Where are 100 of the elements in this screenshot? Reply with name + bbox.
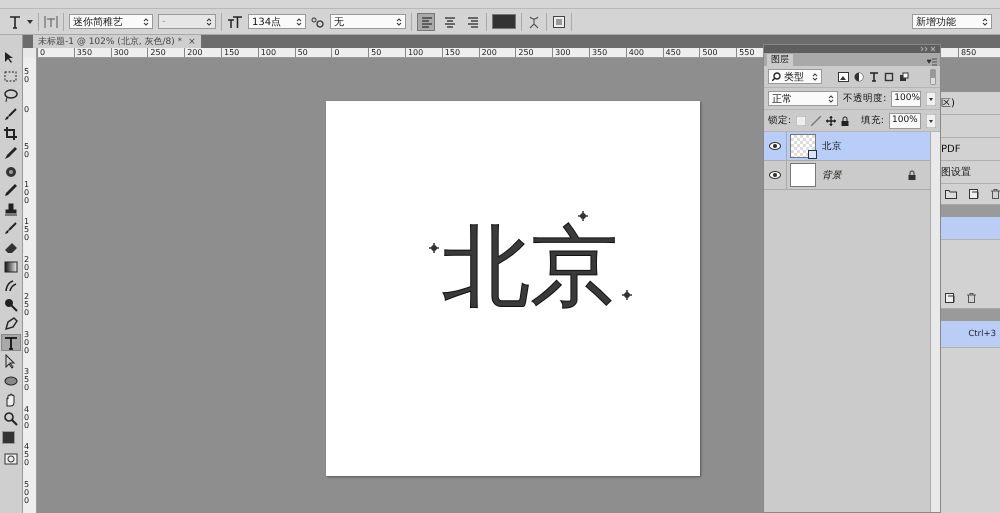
ruler-label: 300 [110, 48, 148, 57]
lock-label: 锁定: [768, 114, 792, 127]
new-item-icon[interactable] [969, 189, 979, 199]
workspace-dropdown[interactable]: 新增功能 [912, 14, 992, 29]
ruler-label: 450 [662, 48, 700, 57]
pen-icon [3, 316, 19, 332]
document-tab[interactable]: 未标题-1 @ 102% (北京, 灰色/8) * × [33, 35, 201, 48]
crop-icon [3, 126, 19, 142]
fill-field[interactable]: 100% [889, 112, 921, 128]
trash-icon[interactable] [991, 189, 1000, 199]
layer-row[interactable]: 北京 [764, 132, 930, 161]
antialias-dropdown[interactable]: 无 [330, 14, 406, 29]
ruler-label: 0 [331, 48, 368, 57]
ruler-label: 300 [552, 48, 589, 57]
ruler-label: 0 [24, 106, 30, 116]
ruler-label: 100 [404, 48, 442, 57]
text-color-swatch[interactable] [492, 14, 516, 29]
folder-icon[interactable] [945, 189, 957, 199]
caret-icon [296, 18, 302, 26]
move-icon[interactable] [826, 116, 836, 126]
ruler-label: 250 [515, 48, 552, 57]
ruler-label: 400 [626, 48, 663, 57]
ruler-label: 350 [24, 368, 30, 394]
opacity-field[interactable]: 100% [891, 90, 921, 106]
ruler-label: 0 [37, 48, 74, 57]
layer-filter-dropdown[interactable]: 类型 [768, 69, 822, 84]
ruler-label: 200 [184, 48, 221, 57]
warp-text-icon[interactable] [527, 14, 541, 28]
trash-icon[interactable] [967, 293, 976, 303]
caret-icon[interactable] [27, 20, 33, 24]
brush-icon [3, 220, 19, 236]
fill-label: 填充: [860, 114, 884, 127]
type-filter-icon[interactable] [869, 72, 879, 82]
layers-tab[interactable]: 图层 [767, 54, 793, 66]
stamp-icon [3, 202, 19, 218]
caret-icon [206, 18, 212, 26]
ruler-label: 50 [368, 48, 405, 57]
font-size-dropdown[interactable]: 134点 [248, 14, 306, 29]
panel-menu-icon[interactable] [927, 58, 937, 66]
visibility-eye-icon[interactable] [769, 142, 781, 150]
eyedropper-icon [3, 144, 19, 160]
panel-toggle-icon[interactable] [552, 14, 566, 28]
ruler-label: 350 [588, 48, 626, 57]
filter-toggle-icon[interactable] [930, 68, 936, 84]
ruler-label: 500 [699, 48, 736, 57]
visibility-eye-icon[interactable] [769, 171, 781, 179]
blend-mode-dropdown[interactable]: 正常 [768, 91, 838, 106]
font-family-dropdown[interactable]: 迷你简稚艺 [69, 14, 153, 29]
layer-name: 背景 [822, 168, 842, 182]
lasso-icon [3, 88, 19, 104]
type-icon [3, 334, 19, 350]
pencil-icon [3, 182, 19, 198]
ruler-label: 850 [958, 48, 995, 57]
lock-icon[interactable] [841, 116, 850, 126]
font-size-icon [227, 14, 243, 28]
caret-icon [982, 18, 988, 26]
brush-icon [3, 106, 19, 122]
ruler-label: 150 [24, 218, 30, 244]
caret-icon [828, 94, 834, 102]
layer-row[interactable]: 背景 [764, 161, 930, 190]
search-icon [772, 72, 781, 81]
canvas-text: 北京 [442, 223, 618, 311]
align-right-icon [466, 14, 478, 28]
caret-icon [812, 72, 818, 80]
scrollbar[interactable] [930, 132, 940, 512]
image-filter-icon[interactable] [838, 72, 849, 82]
caret-icon [143, 18, 149, 26]
center-point-icon [578, 211, 588, 221]
ruler-label: 150 [220, 48, 258, 57]
smart-object-filter-icon[interactable] [899, 72, 909, 82]
align-left-icon [420, 14, 432, 28]
ruler-label: 50 [24, 143, 30, 161]
type-tool-button[interactable] [1, 334, 21, 351]
ruler-label: 450 [24, 443, 30, 469]
ruler-label: 350 [74, 48, 111, 57]
caret-icon[interactable] [926, 114, 936, 128]
caret-icon [396, 18, 402, 26]
new-item-icon[interactable] [945, 293, 955, 303]
align-left-button[interactable] [417, 12, 435, 30]
antialias-icon [311, 16, 325, 28]
caret-icon[interactable] [926, 92, 936, 106]
zoom-icon [3, 410, 19, 426]
close-tab-button[interactable]: × [188, 36, 196, 46]
quick-mask-icon[interactable] [4, 453, 18, 465]
text-orientation-icon[interactable] [44, 14, 58, 28]
gradient-icon [3, 258, 19, 274]
center-point-icon [622, 290, 632, 300]
ruler-label: 50 [294, 48, 332, 57]
brush-icon[interactable] [811, 116, 822, 126]
channel-row[interactable]: Ctrl+3 [941, 321, 1000, 348]
marquee-icon [3, 68, 19, 84]
collapse-icon[interactable] [920, 46, 936, 52]
ruler-label: 100 [258, 48, 295, 57]
opacity-label: 不透明度: [843, 92, 886, 105]
ruler-label: 250 [24, 293, 30, 319]
ruler-label: 200 [24, 256, 30, 282]
smudge-icon [3, 278, 19, 294]
type-tool-icon[interactable] [8, 14, 22, 28]
adjustment-filter-icon[interactable] [854, 72, 864, 82]
shape-filter-icon[interactable] [884, 72, 894, 82]
